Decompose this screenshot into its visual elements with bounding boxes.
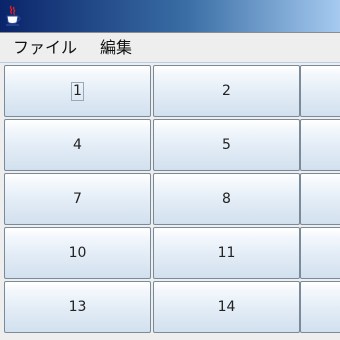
application-window: ファイル 編集 1 2 4 5 7 8 10 11 13 14 bbox=[0, 0, 340, 340]
grid-button-12[interactable] bbox=[300, 227, 340, 279]
grid-button-9[interactable] bbox=[300, 173, 340, 225]
grid-button-label: 1 bbox=[71, 81, 84, 101]
grid-button-label: 4 bbox=[73, 136, 82, 153]
grid-button-13[interactable]: 13 bbox=[4, 281, 151, 333]
java-coffee-cup-icon[interactable] bbox=[5, 5, 21, 27]
grid-button-11[interactable]: 11 bbox=[153, 227, 300, 279]
grid-button-label: 10 bbox=[68, 244, 87, 261]
grid-button-label: 11 bbox=[217, 244, 236, 261]
menu-bar: ファイル 編集 bbox=[0, 33, 340, 63]
grid-button-5[interactable]: 5 bbox=[153, 119, 300, 171]
grid-button-label: 7 bbox=[73, 190, 82, 207]
grid-button-15[interactable] bbox=[300, 281, 340, 333]
grid-button-4[interactable]: 4 bbox=[4, 119, 151, 171]
title-bar[interactable] bbox=[0, 0, 340, 33]
grid-button-3[interactable] bbox=[300, 65, 340, 117]
grid-button-label: 14 bbox=[217, 298, 236, 315]
grid-button-2[interactable]: 2 bbox=[153, 65, 300, 117]
grid-button-8[interactable]: 8 bbox=[153, 173, 300, 225]
grid-button-10[interactable]: 10 bbox=[4, 227, 151, 279]
grid-button-label: 2 bbox=[222, 82, 231, 99]
menu-edit[interactable]: 編集 bbox=[98, 37, 134, 59]
grid-button-label: 5 bbox=[222, 136, 231, 153]
grid-button-14[interactable]: 14 bbox=[153, 281, 300, 333]
menu-file[interactable]: ファイル bbox=[11, 37, 79, 59]
grid-button-label: 13 bbox=[68, 298, 87, 315]
grid-button-6[interactable] bbox=[300, 119, 340, 171]
grid-button-label: 8 bbox=[222, 190, 231, 207]
grid-button-7[interactable]: 7 bbox=[4, 173, 151, 225]
button-grid: 1 2 4 5 7 8 10 11 13 14 bbox=[4, 65, 340, 340]
grid-button-1[interactable]: 1 bbox=[4, 65, 151, 117]
